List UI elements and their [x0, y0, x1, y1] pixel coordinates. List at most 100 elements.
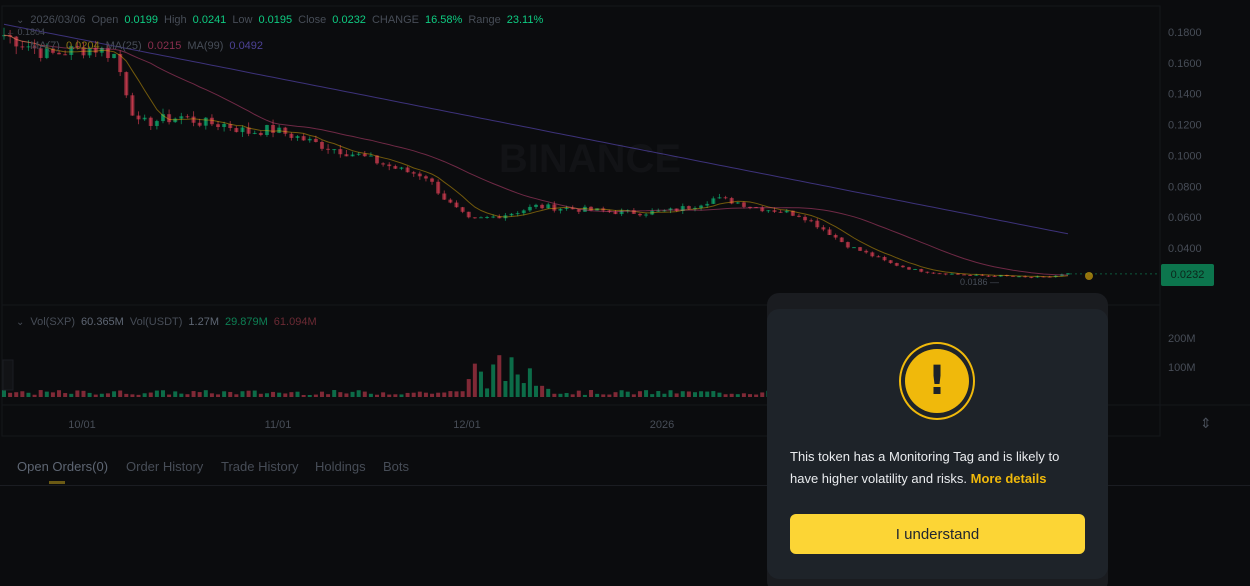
- price-tick-label: 0.1600: [1168, 58, 1202, 70]
- volume-bar: [124, 393, 129, 397]
- volume-bar: [14, 392, 19, 397]
- candle-body: [888, 260, 893, 264]
- change-label: CHANGE: [371, 14, 419, 26]
- volume-bar: [607, 394, 612, 397]
- candle-body: [423, 176, 428, 179]
- ma99-label: MA(99): [187, 40, 224, 52]
- candle-body: [179, 116, 184, 119]
- candle-body: [485, 217, 490, 219]
- volume-bar: [760, 392, 765, 397]
- volume-tick-label: 100M: [1168, 362, 1196, 374]
- vol-sxp-label: Vol(SXP): [30, 316, 76, 328]
- candle-body: [264, 125, 269, 135]
- change-value: 16.58%: [425, 14, 463, 26]
- candle-body: [803, 216, 808, 221]
- tab-order-history[interactable]: Order History: [126, 459, 203, 474]
- candle-body: [448, 199, 453, 203]
- modal-message: This token has a Monitoring Tag and is l…: [790, 446, 1090, 490]
- candle-body: [717, 197, 722, 199]
- candle-body: [185, 116, 190, 118]
- volume-bar: [252, 390, 257, 397]
- volume-bar: [601, 394, 606, 397]
- candle-body: [637, 213, 642, 216]
- candle-body: [546, 204, 551, 209]
- volume-bar: [8, 392, 13, 397]
- volume-bar: [313, 394, 318, 397]
- candle-body: [1066, 273, 1070, 275]
- tab-bots[interactable]: Bots: [383, 459, 409, 474]
- candle-body: [968, 274, 973, 276]
- volume-bar: [668, 390, 673, 397]
- candle-body: [381, 163, 386, 165]
- candle-body: [387, 164, 392, 167]
- price-tick-label: 0.1800: [1168, 27, 1202, 39]
- volume-bar: [148, 392, 153, 397]
- volume-bar: [735, 394, 740, 397]
- volume-bar: [283, 393, 288, 397]
- candle-body: [338, 149, 343, 155]
- candle-body: [949, 273, 954, 275]
- candle-body: [778, 211, 783, 213]
- volume-bar: [558, 393, 563, 397]
- candle-body: [234, 128, 239, 133]
- volume-bar: [711, 391, 716, 397]
- volume-bar: [234, 394, 239, 397]
- candle-body: [521, 210, 526, 214]
- volume-bar: [625, 391, 630, 397]
- vol-usdt-label: Vol(USDT): [129, 316, 183, 328]
- volume-bar: [350, 391, 355, 397]
- volume-bar: [570, 394, 575, 397]
- vol-usdt-value: 1.27M: [188, 316, 219, 328]
- tab-trade-history[interactable]: Trade History: [221, 459, 299, 474]
- ma25-value: 0.0215: [147, 40, 182, 52]
- volume-bar: [564, 393, 569, 397]
- volume-bar: [197, 392, 202, 397]
- close-label: Close: [298, 14, 327, 26]
- date-tick-label: 2026: [650, 419, 674, 431]
- candle-body: [393, 166, 398, 169]
- volume-bar: [179, 393, 184, 397]
- volume-bar: [118, 390, 123, 397]
- volume-bar: [485, 388, 490, 397]
- collapse-volume-icon[interactable]: ⌄: [16, 317, 24, 328]
- volume-bar: [699, 391, 704, 397]
- volume-bar: [44, 391, 49, 397]
- candle-body: [723, 197, 728, 199]
- volume-bar: [344, 393, 349, 397]
- candle-body: [368, 155, 373, 157]
- candle-body: [136, 115, 141, 120]
- candle-body: [784, 210, 789, 213]
- volume-bar: [246, 390, 251, 397]
- volume-bar: [552, 393, 557, 397]
- collapse-icon[interactable]: ⌄: [16, 15, 24, 26]
- candle-body: [417, 173, 422, 177]
- volume-bar: [381, 392, 386, 397]
- volume-bar: [546, 388, 551, 397]
- binance-watermark: BINANCE: [499, 137, 681, 181]
- volume-bar: [326, 394, 331, 397]
- tab-open-orders[interactable]: Open Orders(0): [17, 459, 108, 474]
- candle-body: [405, 167, 410, 173]
- volume-bar: [26, 392, 31, 397]
- candle-body: [552, 204, 557, 211]
- candle-body: [148, 117, 153, 126]
- volume-bar: [338, 392, 343, 397]
- candle-body: [478, 217, 483, 219]
- i-understand-button[interactable]: I understand: [790, 514, 1085, 554]
- ma25-label: MA(25): [105, 40, 142, 52]
- candle-body: [203, 117, 208, 126]
- volume-bar: [442, 392, 447, 397]
- volume-bar: [399, 394, 404, 397]
- price-tick-label: 0.1200: [1168, 120, 1202, 132]
- volume-bar: [277, 392, 282, 397]
- more-details-link[interactable]: More details: [971, 471, 1047, 486]
- candle-body: [527, 206, 532, 211]
- volume-bar: [503, 380, 508, 397]
- active-tab-indicator: [49, 481, 65, 484]
- tab-holdings[interactable]: Holdings: [315, 459, 366, 474]
- volume-bar: [63, 393, 68, 397]
- candle-body: [534, 204, 538, 207]
- volume-bar: [105, 393, 110, 397]
- volume-bar: [509, 357, 514, 397]
- candle-body: [356, 153, 361, 155]
